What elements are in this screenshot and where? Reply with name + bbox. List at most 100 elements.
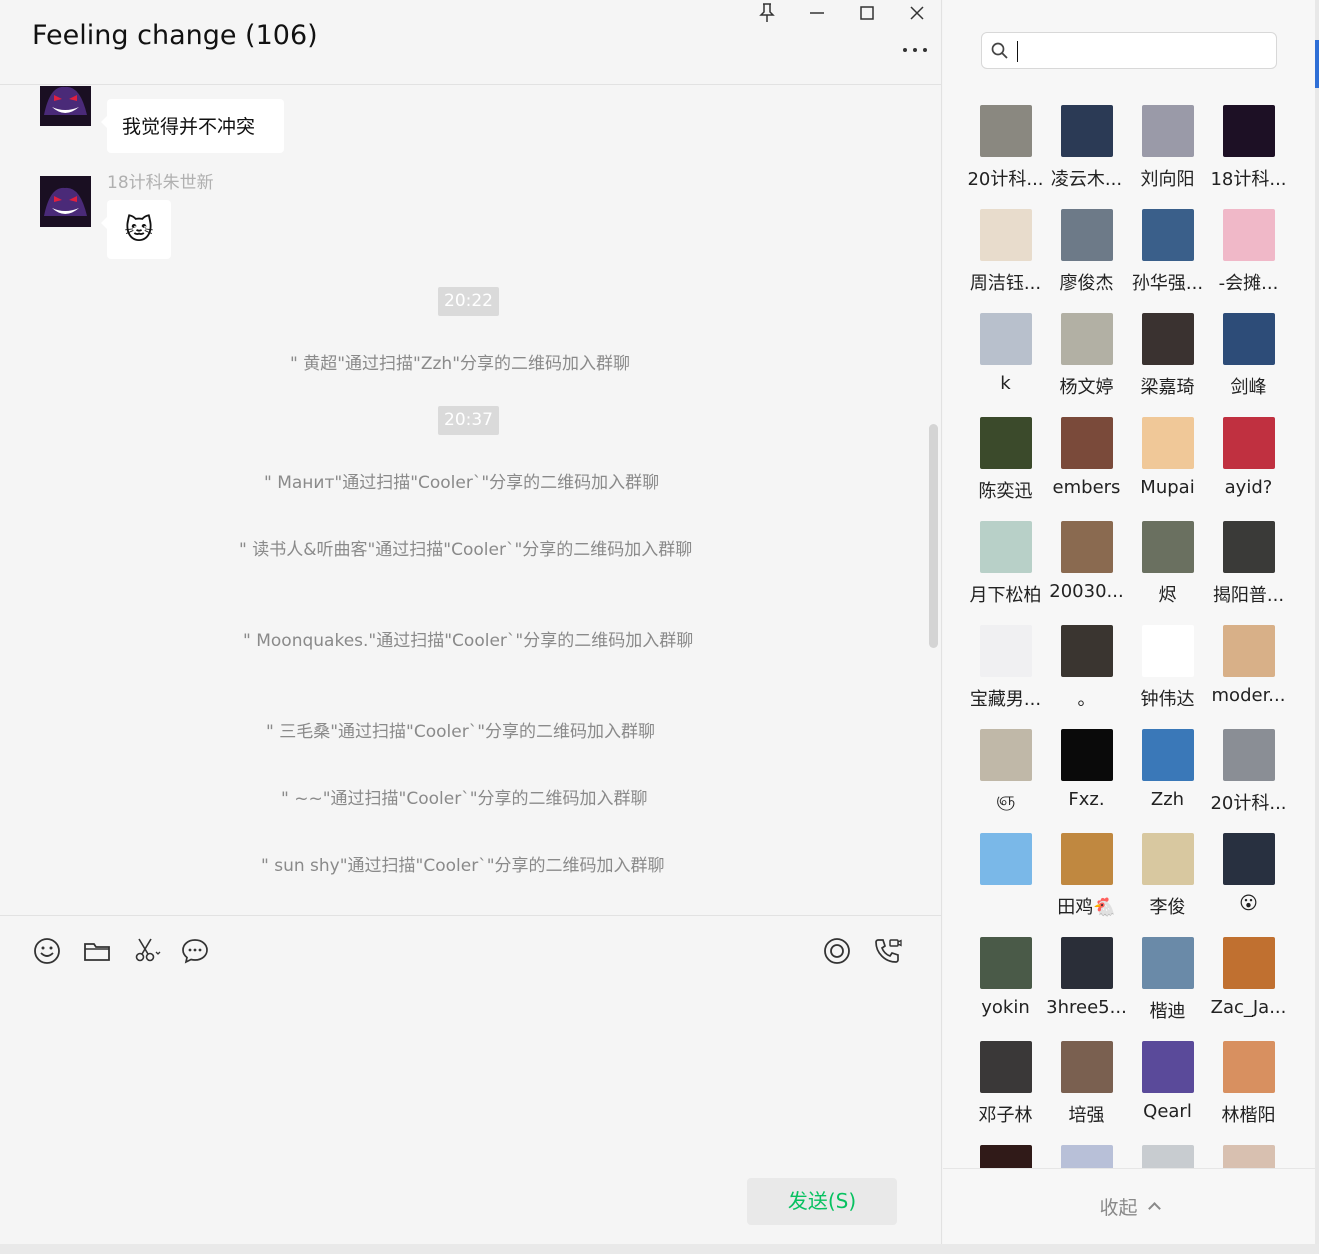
member-name: Mupai [1140, 477, 1195, 498]
member-name: 宝藏男... [969, 689, 1042, 710]
maximize-icon[interactable] [855, 2, 879, 24]
avatar[interactable] [40, 176, 91, 227]
chat-title: Feeling change (106) [32, 20, 318, 51]
member-item[interactable]: 20030... [1046, 512, 1127, 616]
member-item[interactable]: 刘向阳 [1127, 96, 1208, 200]
focus-accent [1315, 40, 1319, 88]
emoji-icon[interactable] [32, 936, 62, 966]
pin-icon[interactable] [755, 2, 779, 24]
avatar [980, 1041, 1032, 1093]
chat-bubble-icon[interactable] [180, 936, 210, 966]
system-message: " Манит"通过扫描"Cooler`"分享的二维码加入群聊 [264, 473, 660, 493]
member-name: 田鸡🐔 [1057, 897, 1116, 918]
member-item[interactable]: 凌云木... [1046, 96, 1127, 200]
member-item[interactable]: 😮 [1208, 824, 1289, 928]
avatar [1061, 729, 1113, 781]
member-item[interactable]: 揭阳普... [1208, 512, 1289, 616]
avatar [980, 937, 1032, 989]
member-name: 培强 [1068, 1105, 1105, 1126]
member-item[interactable]: 林楷阳 [1208, 1032, 1289, 1136]
member-item[interactable] [1208, 1136, 1289, 1168]
member-item[interactable]: 3hree5... [1046, 928, 1127, 1032]
live-icon[interactable] [822, 936, 852, 966]
member-item[interactable]: 18计科... [1208, 96, 1289, 200]
member-name: 20计科... [1210, 793, 1287, 814]
member-item[interactable]: 李俊 [1127, 824, 1208, 928]
message-bubble[interactable]: 我觉得并不冲突 [101, 99, 284, 153]
member-item[interactable]: Fxz. [1046, 720, 1127, 824]
member-grid: 20计科... 凌云木... 刘向阳 18计科... 周洁钰... 廖俊杰 孙华强... -会… [943, 96, 1315, 1168]
member-item[interactable]: Zac_Ja... [1208, 928, 1289, 1032]
member-item[interactable]: 20计科... [965, 96, 1046, 200]
avatar [1061, 313, 1113, 365]
collapse-label: 收起 [1099, 1197, 1138, 1219]
voice-call-icon[interactable] [872, 936, 902, 966]
avatar [1061, 1041, 1113, 1093]
member-item[interactable]: 烬 [1127, 512, 1208, 616]
member-item[interactable]: k [965, 304, 1046, 408]
member-item[interactable]: 楷迪 [1127, 928, 1208, 1032]
window-bottom-edge [0, 1244, 1319, 1254]
message-list[interactable]: 我觉得并不冲突 18计科朱世新 🐱 20:22 " 黄超"通过扫描"Zzh"分享… [0, 86, 942, 914]
search-input[interactable] [1022, 37, 1262, 65]
avatar [980, 417, 1032, 469]
member-item[interactable]: Mupai [1127, 408, 1208, 512]
folder-icon[interactable] [82, 936, 112, 966]
member-item[interactable]: 邓子林 [965, 1032, 1046, 1136]
member-item[interactable]: yokin [965, 928, 1046, 1032]
collapse-button[interactable]: 收起 [943, 1168, 1315, 1244]
member-item[interactable]: ayid? [1208, 408, 1289, 512]
avatar [1223, 1145, 1275, 1168]
wechat-group-chat-window: Feeling change (106) 我觉得并不冲突 18计科朱世新 🐱 2… [0, 0, 1319, 1254]
member-item[interactable]: Zzh [1127, 720, 1208, 824]
member-item[interactable]: 陈奕迅 [965, 408, 1046, 512]
member-item[interactable] [1046, 1136, 1127, 1168]
chat-header: Feeling change (106) [0, 0, 942, 85]
member-item[interactable]: 月下松柏 [965, 512, 1046, 616]
member-name: ayid? [1224, 477, 1273, 498]
member-item[interactable] [965, 1136, 1046, 1168]
text-caret [1017, 41, 1018, 62]
member-item[interactable]: 周洁钰... [965, 200, 1046, 304]
member-item[interactable]: 培强 [1046, 1032, 1127, 1136]
member-item[interactable]: 钟伟达 [1127, 616, 1208, 720]
member-name: 3hree5... [1046, 997, 1127, 1018]
member-item[interactable]: moder... [1208, 616, 1289, 720]
avatar [1142, 417, 1194, 469]
system-message: " 黄超"通过扫描"Zzh"分享的二维码加入群聊 [290, 354, 631, 374]
avatar [1061, 1145, 1113, 1168]
search-icon [991, 42, 1008, 59]
close-icon[interactable] [905, 2, 929, 24]
member-item[interactable]: 20计科... [1208, 720, 1289, 824]
member-item[interactable]: 剑峰 [1208, 304, 1289, 408]
member-item[interactable]: 田鸡🐔 [1046, 824, 1127, 928]
avatar [980, 833, 1032, 885]
member-item[interactable]: Qearl [1127, 1032, 1208, 1136]
member-item[interactable]: 廖俊杰 [1046, 200, 1127, 304]
system-message: " ~~"通过扫描"Cooler`"分享的二维码加入群聊 [281, 789, 648, 809]
avatar [980, 521, 1032, 573]
more-icon[interactable] [900, 38, 930, 58]
member-item[interactable]: -会摊... [1208, 200, 1289, 304]
member-item[interactable] [1127, 1136, 1208, 1168]
member-item[interactable]: 梁嘉琦 [1127, 304, 1208, 408]
member-item[interactable]: 。 [1046, 616, 1127, 720]
member-item[interactable] [965, 824, 1046, 928]
member-item[interactable]: 孙华强... [1127, 200, 1208, 304]
minimize-icon[interactable] [805, 2, 829, 24]
member-search-box[interactable] [981, 32, 1277, 69]
avatar[interactable] [40, 86, 91, 126]
member-item[interactable]: embers [1046, 408, 1127, 512]
scissors-icon[interactable] [132, 936, 162, 966]
avatar [1142, 1145, 1194, 1168]
avatar [1223, 937, 1275, 989]
sticker-bubble[interactable]: 🐱 [101, 200, 171, 259]
member-item[interactable]: 杨文婷 [1046, 304, 1127, 408]
member-name: 李俊 [1149, 897, 1186, 918]
scrollbar[interactable] [929, 424, 938, 648]
member-name: Qearl [1143, 1101, 1192, 1122]
member-name: ஞ [995, 789, 1016, 810]
member-item[interactable]: ஞ [965, 720, 1046, 824]
send-button[interactable]: 发送(S) [747, 1178, 897, 1225]
member-item[interactable]: 宝藏男... [965, 616, 1046, 720]
